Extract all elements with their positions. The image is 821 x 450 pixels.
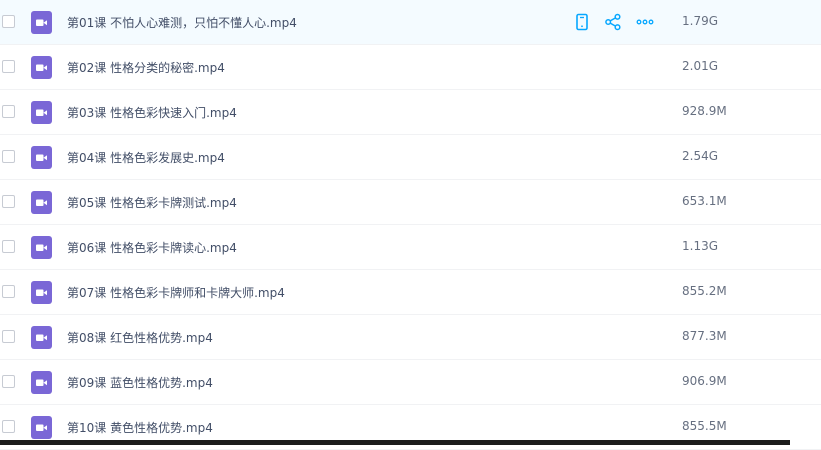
file-name[interactable]: 第04课 性格色彩发展史.mp4 [67,149,225,166]
file-size: 877.3M [682,329,727,343]
file-row[interactable]: 第09课 蓝色性格优势.mp4 906.9M [0,360,821,405]
video-file-icon [31,191,52,214]
file-name[interactable]: 第05课 性格色彩卡牌测试.mp4 [67,194,237,211]
video-file-icon [31,326,52,349]
file-row[interactable]: 第01课 不怕人心难测，只怕不懂人心.mp4 1.79G [0,0,821,45]
mobile-icon[interactable] [573,13,591,31]
file-size: 2.54G [682,149,719,163]
file-size: 1.13G [682,239,719,253]
row-checkbox[interactable] [2,195,15,208]
file-row[interactable]: 第07课 性格色彩卡牌师和卡牌大师.mp4 855.2M [0,270,821,315]
file-name[interactable]: 第10课 黄色性格优势.mp4 [67,419,213,436]
video-file-icon [31,236,52,259]
video-file-icon [31,146,52,169]
file-name[interactable]: 第09课 蓝色性格优势.mp4 [67,374,213,391]
video-file-icon [31,101,52,124]
row-checkbox[interactable] [2,375,15,388]
file-row[interactable]: 第08课 红色性格优势.mp4 877.3M [0,315,821,360]
row-checkbox[interactable] [2,150,15,163]
file-name[interactable]: 第02课 性格分类的秘密.mp4 [67,59,225,76]
video-file-icon [31,416,52,439]
video-file-icon [31,371,52,394]
row-checkbox[interactable] [2,240,15,253]
file-size: 1.79G [682,14,719,28]
bottom-edge-bar [0,440,790,445]
video-file-icon [31,11,52,34]
file-size: 653.1M [682,194,727,208]
file-list: 第01课 不怕人心难测，只怕不懂人心.mp4 1.79G 第02课 性格分类的秘… [0,0,821,450]
row-checkbox[interactable] [2,105,15,118]
file-size: 855.2M [682,284,727,298]
file-name[interactable]: 第06课 性格色彩卡牌读心.mp4 [67,239,237,256]
more-icon[interactable] [636,13,654,31]
video-file-icon [31,56,52,79]
file-name[interactable]: 第08课 红色性格优势.mp4 [67,329,213,346]
file-name[interactable]: 第07课 性格色彩卡牌师和卡牌大师.mp4 [67,284,285,301]
file-size: 2.01G [682,59,719,73]
file-row[interactable]: 第02课 性格分类的秘密.mp4 2.01G [0,45,821,90]
row-checkbox[interactable] [2,330,15,343]
file-size: 855.5M [682,419,727,433]
file-name[interactable]: 第03课 性格色彩快速入门.mp4 [67,104,237,121]
file-size: 906.9M [682,374,727,388]
row-checkbox[interactable] [2,60,15,73]
video-file-icon [31,281,52,304]
file-row[interactable]: 第05课 性格色彩卡牌测试.mp4 653.1M [0,180,821,225]
file-size: 928.9M [682,104,727,118]
file-row[interactable]: 第04课 性格色彩发展史.mp4 2.54G [0,135,821,180]
row-checkbox[interactable] [2,285,15,298]
file-row[interactable]: 第06课 性格色彩卡牌读心.mp4 1.13G [0,225,821,270]
file-row[interactable]: 第03课 性格色彩快速入门.mp4 928.9M [0,90,821,135]
file-name[interactable]: 第01课 不怕人心难测，只怕不懂人心.mp4 [67,14,297,31]
row-checkbox[interactable] [2,15,15,28]
share-icon[interactable] [604,13,622,31]
row-checkbox[interactable] [2,420,15,433]
